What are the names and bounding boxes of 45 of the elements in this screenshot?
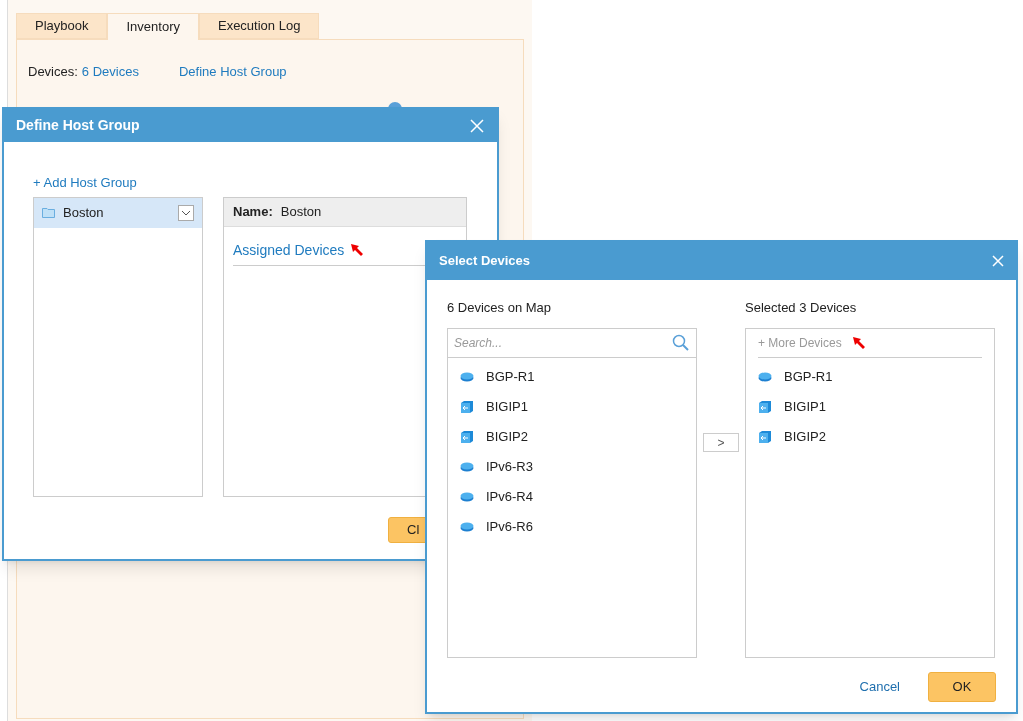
move-right-button[interactable]: >: [703, 433, 739, 452]
router-icon: [460, 521, 474, 532]
devices-label: Devices:: [28, 63, 78, 81]
define-host-group-link[interactable]: Define Host Group: [178, 62, 287, 82]
device-item[interactable]: IPv6-R6: [448, 511, 696, 542]
cube-icon: [460, 429, 474, 444]
router-icon: [460, 491, 474, 502]
close-icon[interactable]: [469, 117, 485, 134]
search-field[interactable]: Search...: [454, 333, 672, 352]
host-group-item[interactable]: Boston: [34, 197, 202, 228]
dropdown-caret-icon[interactable]: [178, 204, 194, 221]
router-icon: [460, 461, 474, 472]
tab[interactable]: Playbook: [16, 13, 108, 39]
devices-link[interactable]: 6 Devices: [81, 62, 139, 82]
cube-icon: [758, 429, 772, 444]
device-item[interactable]: IPv6-R3: [448, 451, 696, 482]
add-host-group-link[interactable]: + Add Host Group: [33, 175, 137, 190]
router-icon: [460, 371, 474, 382]
group-name: Boston: [63, 203, 105, 222]
device-item[interactable]: BGP-R1: [746, 361, 994, 392]
assigned-devices-link[interactable]: Assigned Devices: [233, 239, 345, 261]
available-devices-heading: 6 Devices on Map: [447, 299, 553, 317]
device-item[interactable]: BIGIP2: [448, 421, 696, 452]
dialog-title: Select Devices: [439, 252, 531, 271]
tab[interactable]: Execution Log: [198, 13, 320, 39]
device-item[interactable]: IPv6-R4: [448, 481, 696, 512]
close-icon[interactable]: [992, 255, 1004, 267]
device-item[interactable]: BGP-R1: [448, 361, 696, 392]
pointer-arrow-icon: [350, 243, 365, 257]
name-value: Boston: [280, 202, 322, 221]
cube-icon: [758, 399, 772, 414]
selected-devices-heading: Selected 3 Devices: [745, 299, 858, 317]
device-item[interactable]: BIGIP1: [448, 391, 696, 422]
ok-button[interactable]: OK: [928, 671, 996, 702]
search-icon: [672, 333, 690, 352]
name-label: Name:: [233, 202, 273, 221]
router-icon: [758, 371, 772, 382]
cancel-button[interactable]: Cancel: [859, 676, 900, 697]
device-item[interactable]: BIGIP1: [746, 391, 994, 422]
folder-icon: [42, 207, 55, 218]
device-item[interactable]: BIGIP2: [746, 421, 994, 452]
cube-icon: [460, 399, 474, 414]
pointer-arrow-icon: [851, 335, 866, 350]
tab[interactable]: Inventory: [107, 13, 199, 40]
dialog-title: Define Host Group: [16, 116, 140, 135]
